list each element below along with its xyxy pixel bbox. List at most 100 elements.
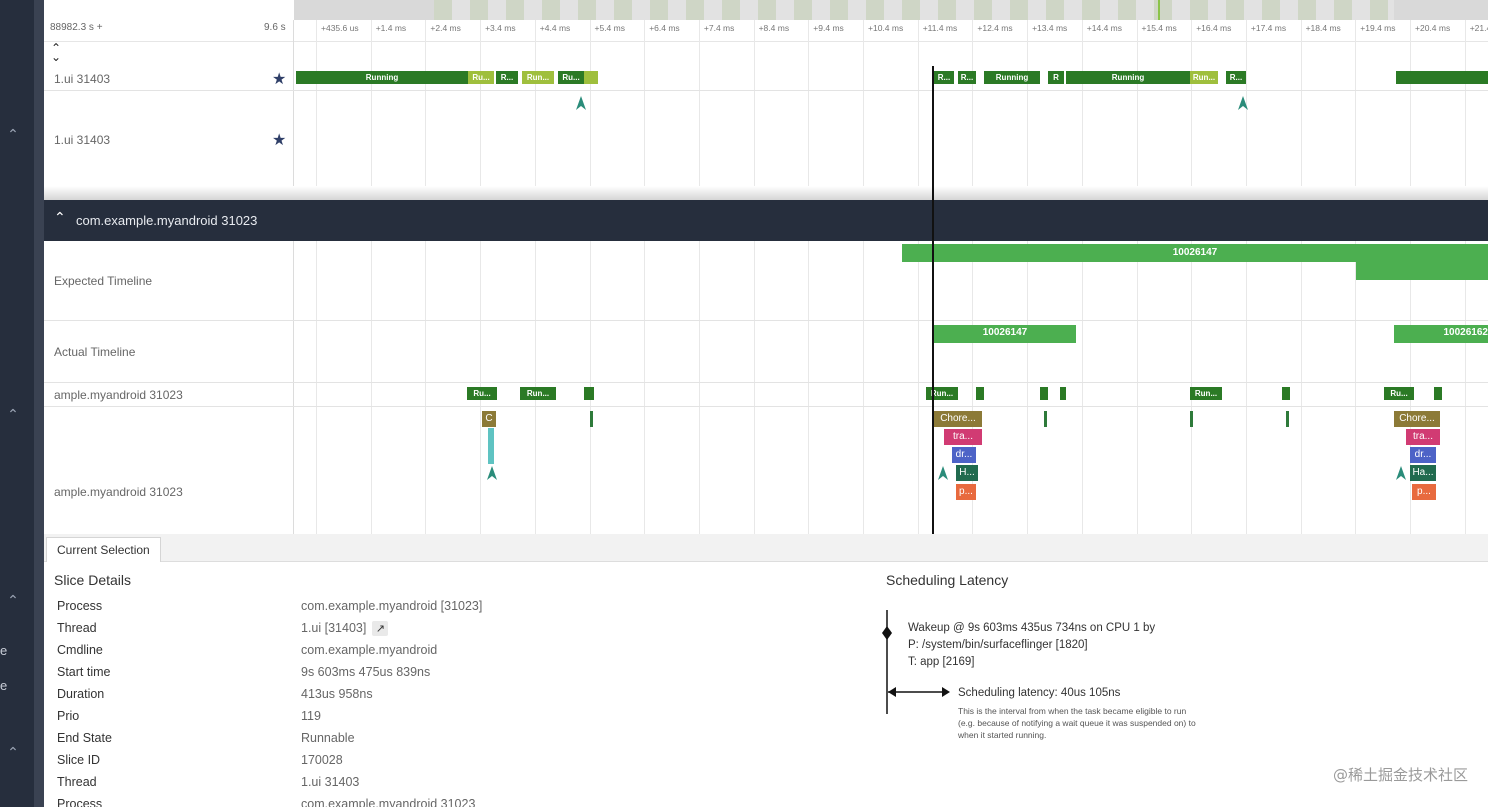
wakeup-info: Wakeup @ 9s 603ms 435us 734ns on CPU 1 b… — [908, 622, 1156, 634]
thread-state-slice[interactable]: Ru... — [468, 71, 494, 84]
ruler-tick-label: +11.4 ms — [922, 23, 958, 33]
ruler-tick-label: +2.4 ms — [430, 23, 461, 33]
trace-slice[interactable]: C — [482, 411, 496, 427]
thread-state-slice[interactable]: Ru... — [558, 71, 584, 84]
sidebar-item-label[interactable]: e — [0, 678, 7, 693]
trace-slice[interactable]: tra... — [1406, 429, 1440, 445]
grid-line — [425, 20, 427, 534]
chevron-up-icon[interactable]: ⌃ — [4, 126, 22, 144]
trace-slice[interactable]: H... — [956, 465, 978, 481]
thread-state-slice[interactable]: Running — [984, 71, 1040, 84]
thread-state-slice[interactable] — [1396, 71, 1488, 84]
thread-state-slice[interactable]: R... — [934, 71, 954, 84]
chevron-up-icon[interactable]: ⌃ — [54, 210, 66, 226]
detail-value: 9s 603ms 475us 839ns — [301, 665, 430, 679]
ruler-tick-label: +17.4 ms — [1250, 23, 1287, 33]
chevron-up-icon[interactable]: ⌃ — [4, 592, 22, 610]
trace-slice[interactable] — [590, 411, 593, 427]
process-group-title: com.example.myandroid 31023 — [76, 213, 258, 228]
tab-current-selection[interactable]: Current Selection — [46, 537, 161, 562]
trace-slice[interactable]: Chore... — [1394, 411, 1440, 427]
thread-state-slice[interactable]: Run... — [1190, 71, 1218, 84]
open-thread-icon[interactable]: ↗ — [372, 621, 389, 637]
thread-state-slice[interactable] — [976, 387, 984, 400]
trace-slice[interactable] — [1044, 411, 1047, 427]
grid-line — [753, 20, 755, 534]
thread-state-slice[interactable] — [584, 71, 598, 84]
process-group-header[interactable]: ⌃ com.example.myandroid 31023 — [44, 200, 1488, 241]
wakeup-arrow-icon[interactable] — [487, 466, 497, 480]
trace-slice[interactable]: Ha... — [1410, 465, 1436, 481]
track-label: 1.ui 31403 — [54, 133, 111, 147]
trace-slice[interactable]: dr... — [952, 447, 976, 463]
thread-state-slice[interactable]: Run... — [1190, 387, 1222, 400]
detail-value-text: 119 — [301, 709, 321, 723]
thread-state-slice[interactable]: Running — [1066, 71, 1190, 84]
trace-slice[interactable]: p... — [956, 484, 976, 500]
expected-frame-slice[interactable]: 10026147 — [902, 244, 1488, 262]
left-sidebar: ⌃ ⌃ ⌃ e e ⌃ — [0, 0, 44, 807]
grid-line — [316, 20, 317, 534]
thread-state-slice[interactable] — [1060, 387, 1066, 400]
visible-duration: 9.6 s — [264, 22, 286, 33]
latency-note: when it started running. — [958, 730, 1047, 740]
wakeup-arrow-icon[interactable] — [1396, 466, 1406, 480]
detail-key: Prio — [57, 709, 80, 723]
detail-value-text: 170028 — [301, 753, 343, 767]
sidebar-item-label[interactable]: e — [0, 643, 7, 658]
detail-key: Process — [57, 599, 103, 613]
overview-minimap[interactable] — [294, 0, 1488, 20]
trace-slice[interactable]: dr... — [1410, 447, 1436, 463]
star-icon[interactable]: ★ — [272, 69, 286, 88]
thread-state-slice[interactable]: R... — [958, 71, 976, 84]
actual-frame-slice[interactable]: 10026162 — [1394, 325, 1488, 343]
actual-frame-slice[interactable]: 10026147 — [934, 325, 1076, 343]
detail-key: Duration — [57, 687, 105, 701]
collapse-all-icon[interactable]: ⌃ ⌄ — [51, 42, 61, 63]
ruler-tick-label: +20.4 ms — [1415, 23, 1451, 33]
track-label: 1.ui 31403 — [54, 72, 111, 86]
grid-line — [1081, 20, 1083, 534]
trace-slice[interactable] — [1286, 411, 1289, 427]
sidebar-scrollbar[interactable] — [34, 0, 44, 807]
chevron-up-icon[interactable]: ⌃ — [4, 406, 22, 424]
detail-value-text: com.example.myandroid [31023] — [301, 599, 483, 613]
thread-state-slice[interactable] — [1434, 387, 1442, 400]
details-panel: Current Selection Slice Details Process c… — [44, 534, 1488, 807]
thread-state-slice[interactable]: Ru... — [467, 387, 497, 400]
thread-state-slice[interactable]: Run... — [926, 387, 958, 400]
detail-value: com.example.myandroid [31023] — [301, 599, 482, 613]
detail-value-text: Runnable — [301, 731, 355, 745]
thread-state-slice[interactable] — [584, 387, 594, 400]
detail-key: Process — [57, 797, 103, 807]
trace-slice[interactable]: Chore... — [934, 411, 982, 427]
trace-slice[interactable] — [1190, 411, 1193, 427]
wakeup-arrow-icon[interactable] — [938, 466, 948, 480]
thread-state-slice[interactable]: R... — [1226, 71, 1246, 84]
latency-note: (e.g. because of notifying a wait queue … — [958, 718, 1196, 728]
thread-state-slice[interactable] — [1040, 387, 1048, 400]
wakeup-arrow-icon[interactable] — [1238, 96, 1248, 110]
time-cursor[interactable] — [932, 66, 934, 534]
wakeup-thread: T: app [2169] — [908, 656, 975, 668]
wakeup-arrow-icon[interactable] — [576, 96, 586, 110]
thread-state-slice[interactable]: Run... — [522, 71, 554, 84]
thread-state-slice[interactable]: Ru... — [1384, 387, 1414, 400]
chevron-up-icon[interactable]: ⌃ — [4, 744, 22, 762]
thread-state-slice[interactable]: Running — [296, 71, 468, 84]
trace-slice[interactable]: tra... — [944, 429, 982, 445]
expected-frame-slice[interactable] — [1356, 262, 1488, 280]
star-icon[interactable]: ★ — [272, 130, 286, 149]
trace-slice[interactable]: p... — [1412, 484, 1436, 500]
thread-state-slice[interactable] — [1282, 387, 1290, 400]
track-label: Expected Timeline — [54, 274, 153, 288]
timeline-area[interactable]: 88982.3 s + 9.6 s +435.6 us +1.4 ms +2.4 m… — [44, 0, 1488, 534]
latency-note: This is the interval from when the task … — [958, 706, 1187, 716]
ruler-tick-label: +15.4 ms — [1141, 23, 1177, 33]
thread-state-slice[interactable]: Run... — [520, 387, 556, 400]
row-separator — [44, 90, 1488, 91]
thread-state-slice[interactable]: R — [1048, 71, 1064, 84]
thread-state-slice[interactable]: R... — [496, 71, 518, 84]
trace-slice[interactable] — [488, 428, 494, 464]
ruler-tick-label: +18.4 ms — [1305, 23, 1341, 33]
